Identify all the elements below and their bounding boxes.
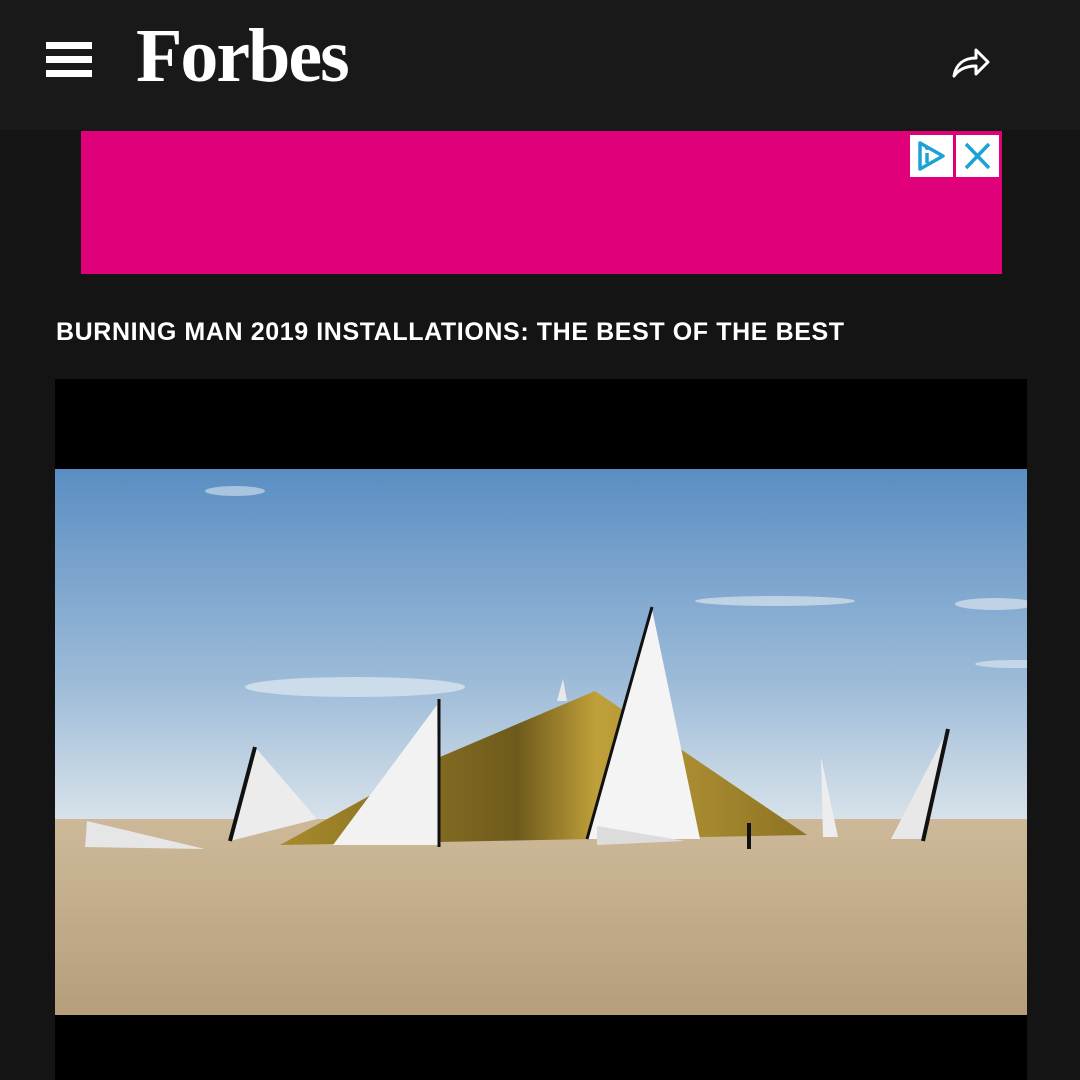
share-arrow-icon[interactable]: [948, 42, 992, 82]
close-icon[interactable]: [956, 135, 999, 177]
hamburger-menu-icon[interactable]: [46, 42, 92, 78]
top-navigation-bar: Forbes: [0, 0, 1080, 130]
article-media-player[interactable]: [55, 379, 1027, 1080]
article-headline[interactable]: BURNING MAN 2019 INSTALLATIONS: THE BEST…: [56, 318, 1056, 347]
installation-photo: [55, 469, 1027, 1015]
advertisement-banner[interactable]: [81, 131, 1002, 274]
ad-choices-icon[interactable]: [910, 135, 953, 177]
forbes-logo[interactable]: Forbes: [136, 18, 350, 94]
